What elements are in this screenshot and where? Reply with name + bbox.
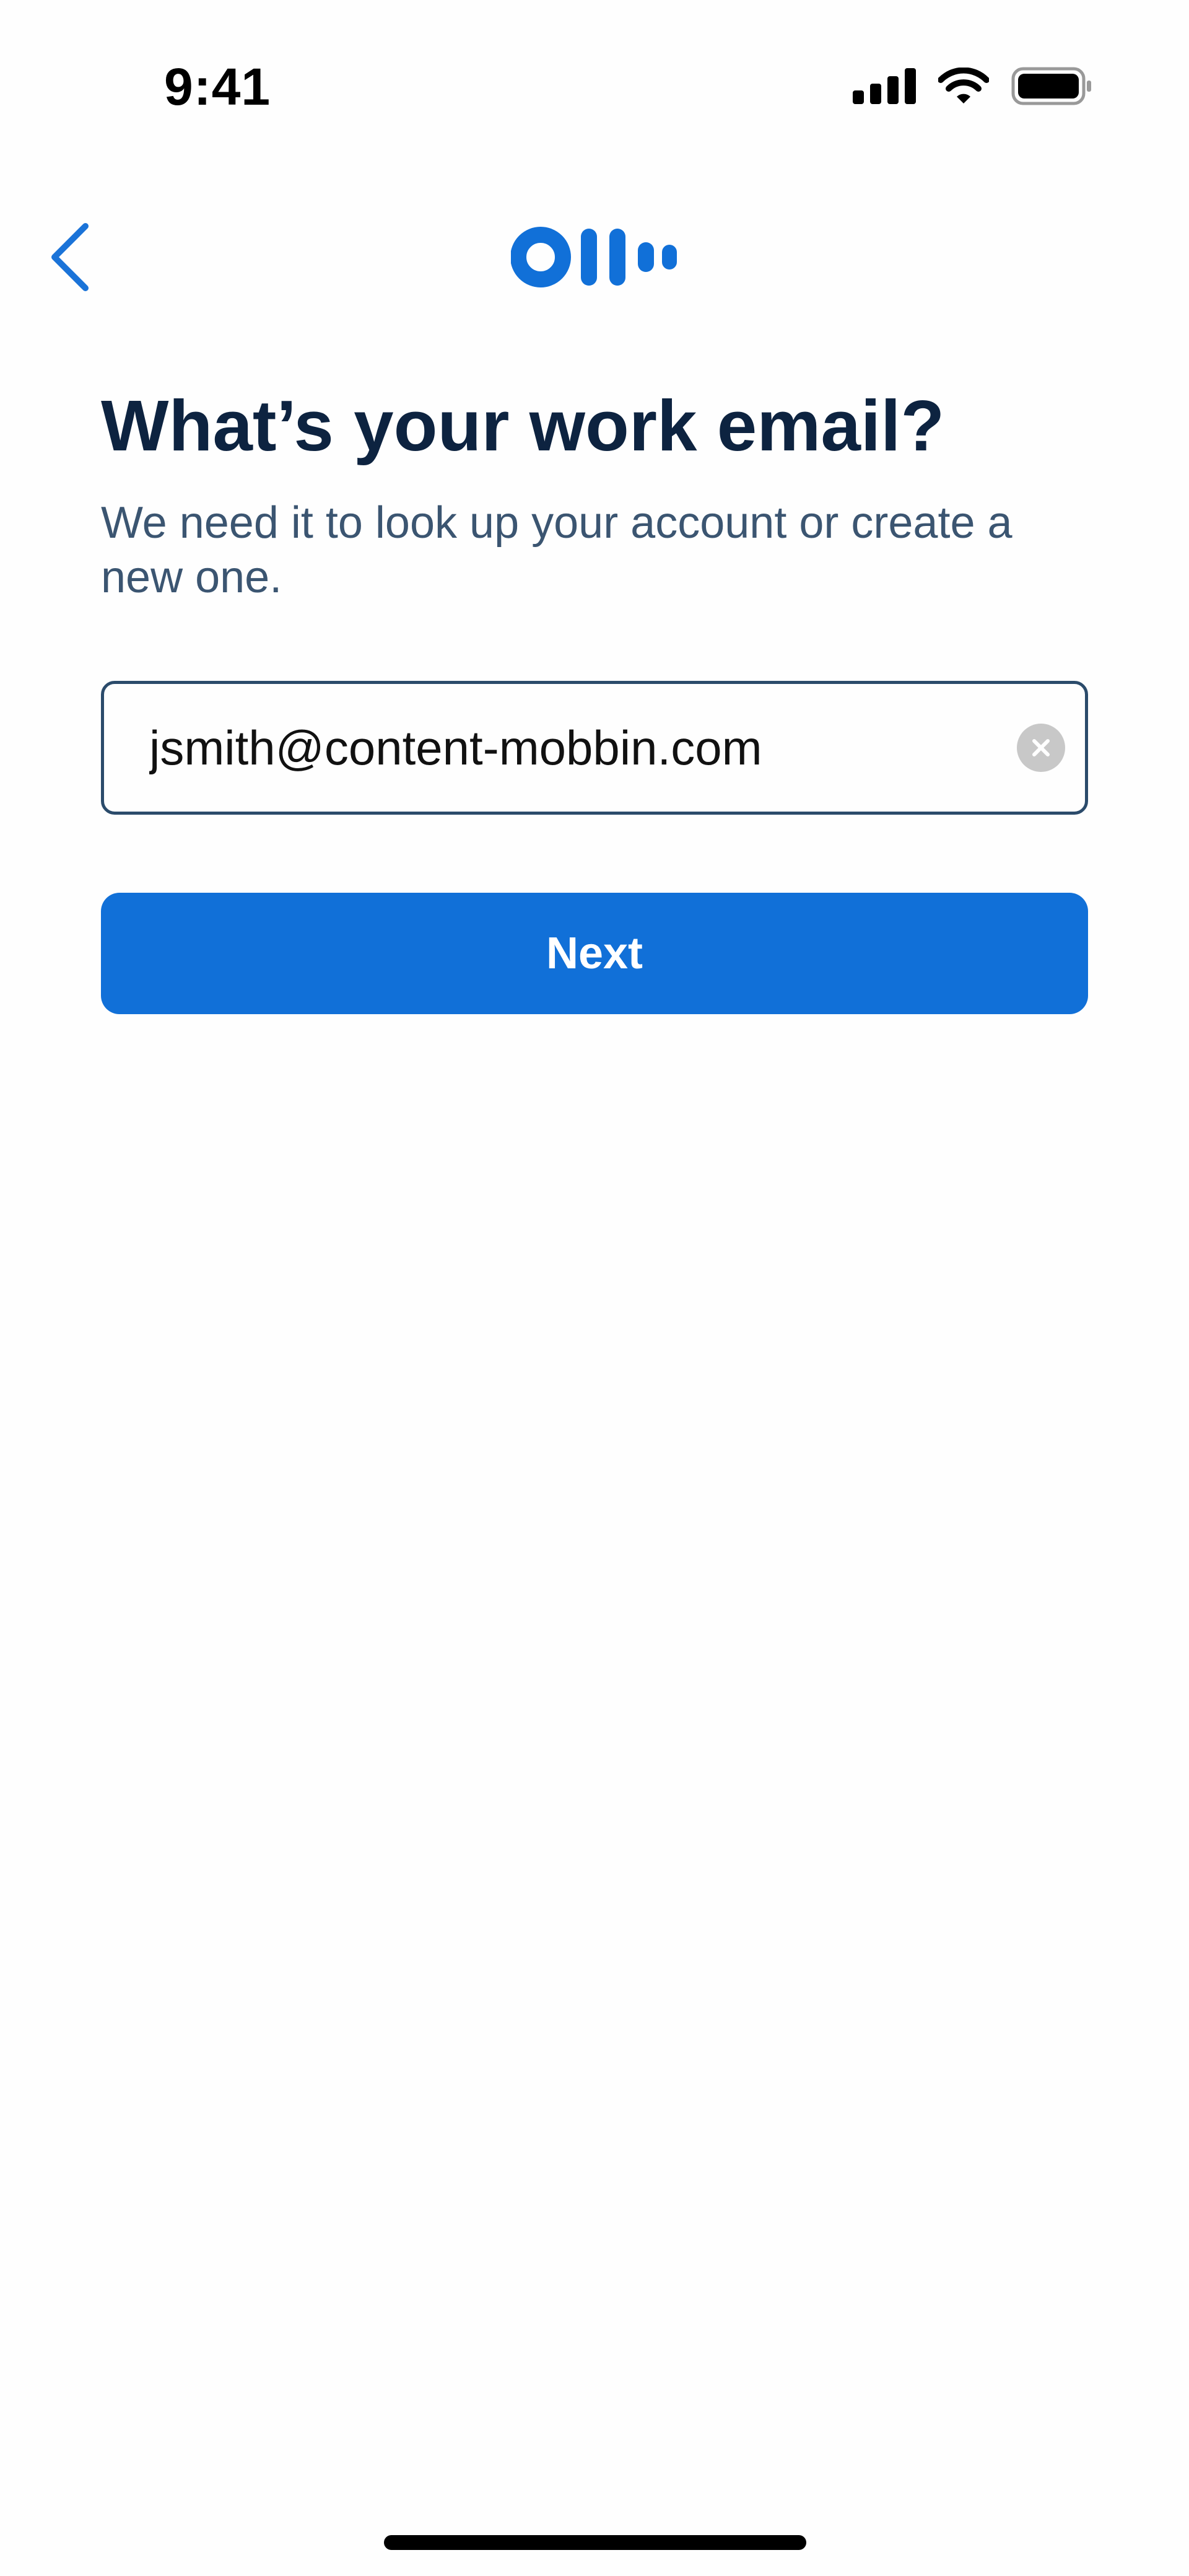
status-icons (853, 67, 1093, 105)
status-bar: 9:41 (0, 0, 1189, 142)
battery-icon (1011, 67, 1093, 105)
email-field[interactable] (149, 719, 954, 776)
wifi-icon (938, 68, 989, 105)
home-indicator[interactable] (384, 2535, 806, 2550)
status-time: 9:41 (164, 58, 271, 116)
page-subtitle: We need it to look up your account or cr… (101, 498, 1013, 602)
page-title: What’s your work email? (101, 385, 945, 466)
cellular-signal-icon (853, 68, 916, 104)
email-field-container (101, 681, 1088, 815)
clear-icon (1032, 739, 1050, 756)
chevron-left-icon (51, 223, 89, 291)
back-button[interactable] (37, 217, 105, 297)
clear-button[interactable] (1017, 724, 1065, 772)
nav-bar (0, 204, 1189, 310)
otter-logo (510, 226, 678, 291)
next-button[interactable]: Next (101, 893, 1088, 1014)
